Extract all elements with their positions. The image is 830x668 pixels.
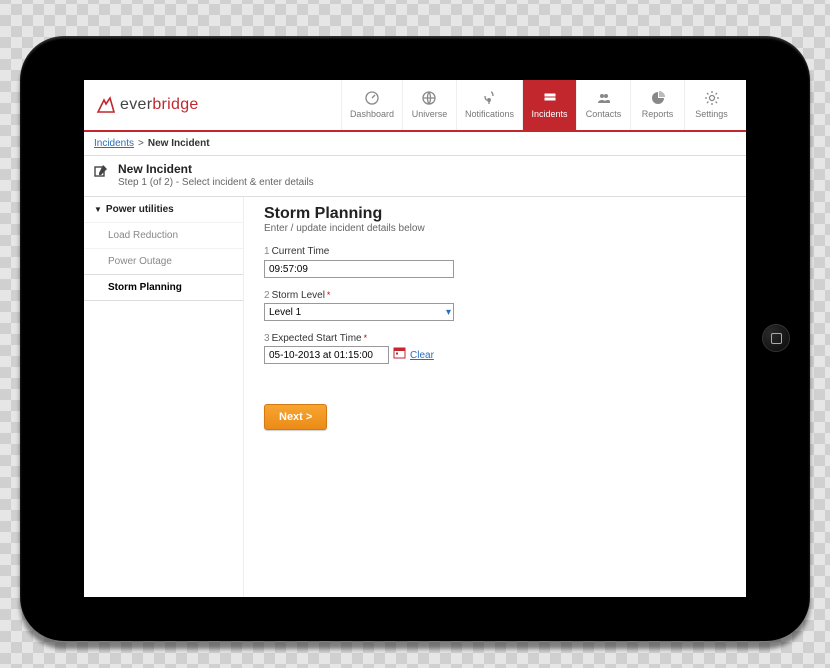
breadcrumb-root[interactable]: Incidents	[94, 138, 134, 149]
storm-level-select[interactable]: Level 1 ▾	[264, 303, 454, 321]
breadcrumb-sep: >	[138, 138, 144, 149]
caret-down-icon: ▼	[94, 205, 102, 214]
top-bar: everbridge Dashboard Universe Notificati…	[84, 80, 746, 132]
brand-logo[interactable]: everbridge	[96, 96, 199, 114]
nav-label: Notifications	[465, 109, 514, 119]
field-num: 1	[264, 246, 270, 257]
calendar-icon[interactable]	[393, 346, 406, 364]
expected-start-input[interactable]	[264, 346, 389, 364]
nav-label: Dashboard	[350, 109, 394, 119]
tablet-frame: everbridge Dashboard Universe Notificati…	[20, 36, 810, 641]
page-subtitle: Step 1 (of 2) - Select incident & enter …	[118, 177, 314, 188]
nav-label: Reports	[642, 109, 674, 119]
nav-label: Settings	[695, 109, 728, 119]
main-nav: Dashboard Universe Notifications Inciden…	[341, 80, 738, 130]
nav-reports[interactable]: Reports	[630, 80, 684, 130]
nav-settings[interactable]: Settings	[684, 80, 738, 130]
chevron-down-icon: ▾	[446, 307, 451, 318]
field-num: 2	[264, 290, 270, 301]
breadcrumb-current: New Incident	[148, 138, 210, 149]
field-label: Current Time	[272, 246, 330, 257]
next-button[interactable]: Next >	[264, 404, 327, 430]
field-label: Storm Level	[272, 290, 325, 301]
nav-universe[interactable]: Universe	[402, 80, 456, 130]
brand-name: everbridge	[120, 96, 199, 114]
field-current-time: 1Current Time	[264, 246, 726, 279]
select-value: Level 1	[269, 307, 301, 318]
home-button[interactable]	[762, 324, 790, 352]
clear-link[interactable]: Clear	[410, 350, 434, 361]
brand-mark-icon	[96, 96, 116, 114]
field-expected-start: 3Expected Start Time* Clear	[264, 333, 726, 364]
sidebar-group-power-utilities[interactable]: ▼ Power utilities	[84, 197, 243, 222]
form-subtitle: Enter / update incident details below	[264, 223, 726, 234]
form-title: Storm Planning	[264, 205, 726, 223]
field-label: Expected Start Time	[272, 333, 362, 344]
nav-label: Universe	[412, 109, 448, 119]
current-time-input[interactable]	[264, 260, 454, 278]
sidebar-item-power-outage[interactable]: Power Outage	[84, 248, 243, 274]
app-screen: everbridge Dashboard Universe Notificati…	[84, 80, 746, 597]
edit-icon	[94, 162, 110, 188]
required-mark: *	[327, 290, 331, 300]
sidebar: ▼ Power utilities Load Reduction Power O…	[84, 197, 244, 597]
nav-contacts[interactable]: Contacts	[576, 80, 630, 130]
main-panel: Storm Planning Enter / update incident d…	[244, 197, 746, 597]
field-storm-level: 2Storm Level* Level 1 ▾	[264, 290, 726, 321]
sidebar-group-label: Power utilities	[106, 204, 174, 215]
page-title: New Incident	[118, 162, 314, 176]
nav-dashboard[interactable]: Dashboard	[341, 80, 402, 130]
nav-label: Incidents	[531, 109, 567, 119]
nav-notifications[interactable]: Notifications	[456, 80, 522, 130]
page-heading: New Incident Step 1 (of 2) - Select inci…	[84, 156, 746, 197]
nav-incidents[interactable]: Incidents	[522, 80, 576, 130]
nav-label: Contacts	[586, 109, 622, 119]
breadcrumb: Incidents > New Incident	[84, 132, 746, 156]
required-mark: *	[364, 333, 368, 343]
sidebar-item-load-reduction[interactable]: Load Reduction	[84, 222, 243, 248]
field-num: 3	[264, 333, 270, 344]
sidebar-item-storm-planning[interactable]: Storm Planning	[84, 274, 243, 301]
